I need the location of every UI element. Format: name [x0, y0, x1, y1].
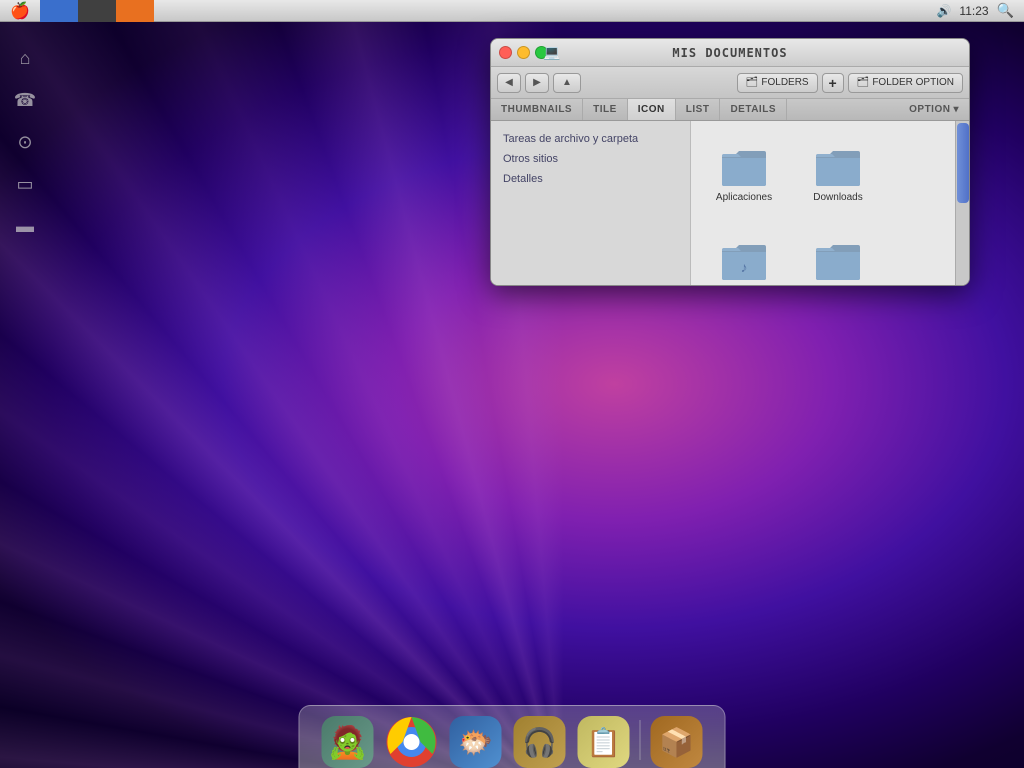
headphones-icon: 🎧	[514, 716, 566, 768]
apple-icon: 🍎	[10, 1, 30, 21]
folder-downloads-icon	[812, 146, 864, 188]
folder-aplicaciones-icon	[718, 146, 770, 188]
panel-item-others[interactable]: Otros sitios	[491, 149, 690, 169]
tab-list[interactable]: LIST	[676, 99, 721, 120]
sidebar-camera-icon[interactable]: ⊙	[9, 126, 41, 158]
menubar-time: 11:23	[959, 4, 988, 18]
sidebar-phone-icon[interactable]: ☎	[9, 84, 41, 116]
tab-thumbnails-label: THUMBNAILS	[501, 104, 572, 115]
folders-label: FOLDERS	[761, 77, 808, 88]
tab-thumbnails[interactable]: THUMBNAILS	[491, 99, 583, 120]
folder-mi-musica-icon: ♪	[718, 240, 770, 282]
minimize-button[interactable]	[517, 46, 530, 59]
sidebar-folder-icon[interactable]: ▭	[9, 168, 41, 200]
up-icon: ▲	[562, 77, 572, 88]
menubar-btn-orange[interactable]	[116, 0, 154, 22]
titlebar: 💻 Mis documentos	[491, 39, 969, 67]
folder-aplicaciones-label: Aplicaciones	[716, 192, 772, 203]
file-manager-window: 💻 Mis documentos ◀ ▶ ▲ 🗂 FOLDERS + 🗂 FOL…	[490, 38, 970, 286]
tab-icon-label: ICON	[638, 104, 665, 115]
folder-option-icon: 🗂	[857, 77, 870, 88]
folder-mis-archivos[interactable]: Mis archivos	[793, 223, 883, 286]
menubar-right: 🔊 11:23 🔍	[936, 2, 1024, 19]
volume-icon[interactable]: 🔊	[936, 4, 951, 18]
apple-menu[interactable]: 🍎	[0, 0, 40, 22]
dock: 🧟 🐡 🎧 📋 �	[299, 705, 726, 768]
panel-item-tasks[interactable]: Tareas de archivo y carpeta	[491, 129, 690, 149]
sidebar-home-icon[interactable]: ⌂	[9, 42, 41, 74]
dock-item-chrome[interactable]	[384, 712, 440, 768]
up-button[interactable]: ▲	[553, 73, 581, 93]
folder-icon: 🗂	[746, 77, 759, 88]
dock-item-zombie[interactable]: 🧟	[320, 712, 376, 768]
tab-details-label: DETAILS	[730, 104, 776, 115]
option-dropdown[interactable]: OPTION ▾	[899, 99, 969, 120]
sidebar-app-icon[interactable]: ▬	[9, 210, 41, 242]
back-icon: ◀	[505, 77, 513, 88]
window-icon: 💻	[543, 44, 560, 61]
folder-option-label: FOLDER OPTION	[872, 77, 954, 88]
menubar: 🍎 🔊 11:23 🔍	[0, 0, 1024, 22]
add-icon: +	[829, 75, 837, 91]
folder-grid: Aplicaciones Downloads	[691, 121, 955, 286]
svg-text:♪: ♪	[741, 259, 748, 275]
fish-icon: 🐡	[450, 716, 502, 768]
panel-tasks-label: Tareas de archivo y carpeta	[503, 133, 638, 145]
close-button[interactable]	[499, 46, 512, 59]
window-controls	[499, 46, 548, 59]
back-button[interactable]: ◀	[497, 73, 521, 93]
folder-mi-musica-label: Mi música	[721, 286, 766, 287]
view-tabs: THUMBNAILS TILE ICON LIST DETAILS OPTION…	[491, 99, 969, 121]
tab-icon[interactable]: ICON	[628, 99, 676, 120]
add-button[interactable]: +	[822, 73, 844, 93]
left-panel: Tareas de archivo y carpeta Otros sitios…	[491, 121, 691, 286]
tab-tile-label: TILE	[593, 104, 617, 115]
dock-item-notes[interactable]: 📋	[576, 712, 632, 768]
panel-others-label: Otros sitios	[503, 153, 558, 165]
scrollbar-thumb[interactable]	[957, 123, 969, 203]
folder-downloads-label: Downloads	[813, 192, 862, 203]
toolbar: ◀ ▶ ▲ 🗂 FOLDERS + 🗂 FOLDER OPTION	[491, 67, 969, 99]
dock-separator	[640, 720, 641, 760]
forward-button[interactable]: ▶	[525, 73, 549, 93]
folder-mi-musica[interactable]: ♪ Mi música	[699, 223, 789, 286]
option-label: OPTION	[909, 104, 950, 115]
tab-list-label: LIST	[686, 104, 710, 115]
menubar-btn-blue[interactable]	[40, 0, 78, 22]
folder-aplicaciones[interactable]: Aplicaciones	[699, 129, 789, 219]
gift-icon: 📦	[651, 716, 703, 768]
content-area: Tareas de archivo y carpeta Otros sitios…	[491, 121, 969, 286]
dock-item-headphones[interactable]: 🎧	[512, 712, 568, 768]
panel-item-details[interactable]: Detalles	[491, 169, 690, 189]
folders-button[interactable]: 🗂 FOLDERS	[737, 73, 818, 93]
zombie-icon: 🧟	[322, 716, 374, 768]
folder-mis-archivos-label: Mis archivos	[810, 286, 866, 287]
menubar-btn-dark[interactable]	[78, 0, 116, 22]
forward-icon: ▶	[533, 77, 541, 88]
dock-item-fish[interactable]: 🐡	[448, 712, 504, 768]
tab-tile[interactable]: TILE	[583, 99, 628, 120]
search-icon[interactable]: 🔍	[997, 2, 1014, 19]
chevron-down-icon: ▾	[953, 104, 959, 115]
scrollbar[interactable]	[955, 121, 969, 286]
notes-icon: 📋	[578, 716, 630, 768]
folder-option-button[interactable]: 🗂 FOLDER OPTION	[848, 73, 963, 93]
folder-mis-archivos-icon	[812, 240, 864, 282]
tab-details[interactable]: DETAILS	[720, 99, 787, 120]
chrome-icon	[386, 716, 438, 768]
sidebar-dock: ⌂ ☎ ⊙ ▭ ▬	[0, 22, 50, 242]
window-title: Mis documentos	[672, 46, 787, 60]
panel-details-label: Detalles	[503, 173, 543, 185]
folder-downloads[interactable]: Downloads	[793, 129, 883, 219]
dock-item-gift[interactable]: 📦	[649, 712, 705, 768]
